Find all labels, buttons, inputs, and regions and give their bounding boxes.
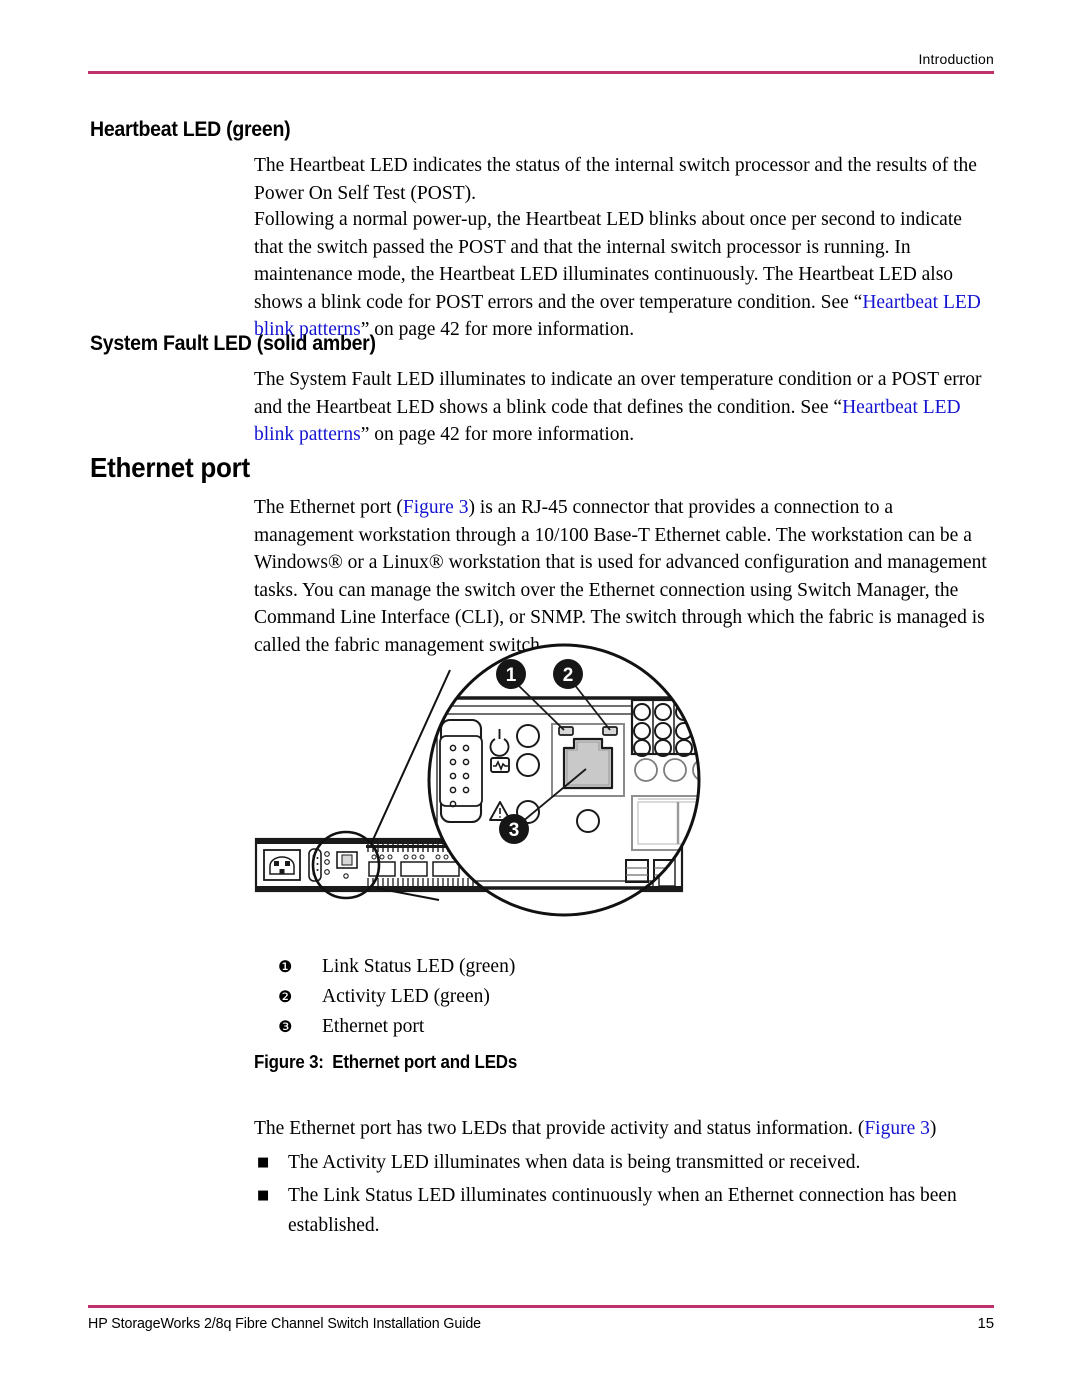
xref-figure-3-trailing[interactable]: Figure 3 (864, 1118, 930, 1139)
footer-rule (88, 1305, 994, 1308)
bullet-text: The Activity LED illuminates when data i… (288, 1152, 861, 1173)
figure-caption: Figure 3: Ethernet port and LEDs (254, 1052, 517, 1073)
footer-row: HP StorageWorks 2/8q Fibre Channel Switc… (88, 1315, 994, 1332)
text-run: ” on page 42 for more information. (360, 319, 635, 340)
paragraph-system-fault-1: The System Fault LED illuminates to indi… (254, 366, 994, 449)
paragraph-ethernet-1: The Ethernet port (Figure 3) is an RJ-45… (254, 494, 994, 659)
text-run: ) (929, 1118, 937, 1139)
figure-caption-number: Figure 3: (254, 1052, 324, 1072)
bullet-item-activity-led: ■ The Activity LED illuminates when data… (254, 1148, 994, 1178)
document-page: Introduction Heartbeat LED (green) The H… (0, 0, 1080, 1397)
footer-title: HP StorageWorks 2/8q Fibre Channel Switc… (88, 1315, 481, 1332)
legend-item: ❷ Activity LED (green) (278, 982, 878, 1012)
activity-led (602, 726, 618, 736)
text-run: The Heartbeat LED indicates the status o… (254, 155, 977, 204)
text-run: The Ethernet port has two LEDs that prov… (254, 1118, 865, 1139)
xref-figure-3[interactable]: Figure 3 (403, 497, 469, 518)
rj45-ethernet-port (551, 723, 625, 797)
legend-label-3: Ethernet port (322, 1016, 425, 1037)
legend-marker-2: ❷ (278, 987, 293, 1006)
page-number: 15 (977, 1315, 995, 1332)
paragraph-trailing-intro: The Ethernet port has two LEDs that prov… (254, 1114, 994, 1144)
switch-rear-panel-drawing: 1 2 3 (254, 643, 701, 917)
legend-marker-3: ❸ (278, 1017, 293, 1036)
paragraph-heartbeat-1: The Heartbeat LED indicates the status o… (254, 152, 994, 207)
svg-text:3: 3 (509, 820, 520, 841)
serial-db9-connector (439, 718, 483, 824)
legend-label-2: Activity LED (green) (322, 986, 490, 1007)
heading-system-fault-led: System Fault LED (solid amber) (90, 332, 376, 355)
figure-caption-text: Ethernet port and LEDs (332, 1052, 518, 1072)
legend-item: ❶ Link Status LED (green) (278, 952, 878, 982)
page-footer: HP StorageWorks 2/8q Fibre Channel Switc… (88, 1305, 994, 1332)
legend-label-1: Link Status LED (green) (322, 956, 516, 977)
text-run: Following a normal power-up, the Heartbe… (254, 209, 962, 313)
bullet-marker: ■ (257, 1188, 270, 1203)
heading-ethernet-port: Ethernet port (90, 452, 250, 483)
figure-3-illustration: 1 2 3 (254, 636, 994, 936)
page-header: Introduction (88, 51, 994, 75)
bullet-marker: ■ (257, 1155, 270, 1170)
trailing-content: The Ethernet port has two LEDs that prov… (254, 1114, 994, 1244)
text-run: The Ethernet port ( (254, 497, 403, 518)
header-rule (88, 71, 994, 75)
legend-item: ❸ Ethernet port (278, 1012, 878, 1042)
legend-marker-1: ❶ (278, 957, 293, 976)
bullet-item-link-status-led: ■ The Link Status LED illuminates contin… (254, 1181, 994, 1241)
paragraph-heartbeat-2: Following a normal power-up, the Heartbe… (254, 206, 994, 344)
svg-text:1: 1 (506, 665, 517, 686)
running-head: Introduction (918, 51, 994, 67)
sfp-cage (631, 795, 699, 851)
svg-text:2: 2 (563, 665, 574, 686)
text-run: ” on page 42 for more information. (360, 424, 635, 445)
figure-legend: ❶ Link Status LED (green) ❷ Activity LED… (278, 952, 878, 1042)
text-run: ) is an RJ-45 connector that provides a … (254, 497, 987, 656)
heading-heartbeat-led: Heartbeat LED (green) (90, 118, 291, 141)
bullet-text: The Link Status LED illuminates continuo… (288, 1185, 957, 1236)
